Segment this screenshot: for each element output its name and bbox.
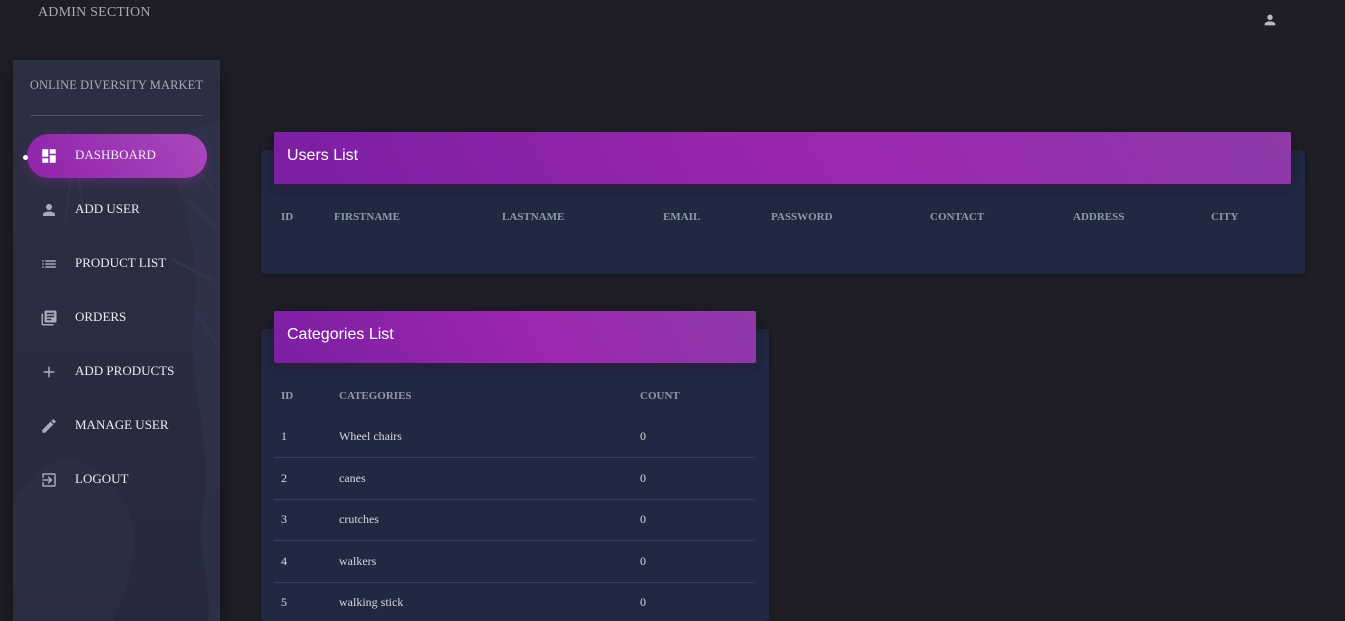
row-divider [274,499,755,500]
admin-section-title: ADMIN SECTION [38,5,151,20]
pencil-icon [42,419,56,433]
sidebar-item-orders[interactable]: ORDERS [27,296,207,340]
column-header-count: COUNT [640,390,680,402]
sidebar-divider [30,115,203,116]
category-name: walkers [339,554,377,568]
sidebar-item-label: ADD PRODUCTS [75,363,175,378]
logout-icon [42,473,56,487]
active-indicator-dot [23,155,28,160]
column-header-firstname: FIRSTNAME [334,211,401,223]
column-header-email: EMAIL [663,211,701,223]
sidebar-item-label: LOGOUT [75,471,129,486]
library-books-icon [41,310,57,326]
plus-icon [43,366,55,378]
sidebar-item-label: MANAGE USER [75,417,169,432]
sidebar-item-label: PRODUCT LIST [75,255,167,270]
sidebar-item-dashboard[interactable]: DASHBOARD [27,134,207,178]
column-header-address: ADDRESS [1073,211,1125,223]
column-header-id: ID [281,390,294,402]
category-name: canes [339,471,366,485]
column-header-contact: CONTACT [930,211,985,223]
list-icon [42,260,56,268]
categories-list-card [261,329,769,621]
row-divider [274,582,755,583]
column-header-password: PASSWORD [771,211,833,223]
sidebar-item-label: DASHBOARD [75,147,156,162]
category-name: Wheel chairs [339,429,402,443]
users-list-title: Users List [287,147,359,164]
category-id: 2 [281,471,287,485]
category-count: 0 [640,595,646,609]
users-list-header: Users List [274,132,1291,184]
user-account-icon[interactable] [1262,12,1278,28]
dashboard-icon [42,149,56,163]
column-header-id: ID [281,211,294,223]
column-header-categories: CATEGORIES [339,390,412,402]
category-id: 1 [281,429,287,443]
sidebar-item-manage-user[interactable]: MANAGE USER [27,404,207,448]
category-name: crutches [339,512,379,526]
category-id: 5 [281,595,287,609]
category-id: 4 [281,554,287,568]
column-header-lastname: LASTNAME [502,211,565,223]
category-count: 0 [640,512,646,526]
row-divider [274,457,755,458]
sidebar-item-add-user[interactable]: ADD USER [27,188,207,232]
sidebar-item-product-list[interactable]: PRODUCT LIST [27,242,207,286]
category-count: 0 [640,429,646,443]
sidebar: ONLINE DIVERSITY MARKET DASHBOARD ADD US… [13,60,220,621]
row-divider [274,540,755,541]
person-icon [43,204,55,216]
categories-list-header: Categories List [274,311,756,363]
sidebar-item-add-products[interactable]: ADD PRODUCTS [27,350,207,394]
sidebar-item-label: ORDERS [75,309,127,324]
sidebar-item-label: ADD USER [75,201,140,216]
column-header-city: CITY [1211,211,1239,223]
category-count: 0 [640,554,646,568]
category-name: walking stick [339,595,404,609]
sidebar-item-logout[interactable]: LOGOUT [27,458,207,502]
category-count: 0 [640,471,646,485]
category-id: 3 [281,512,287,526]
brand-name: ONLINE DIVERSITY MARKET [29,78,204,92]
categories-list-title: Categories List [287,326,394,343]
